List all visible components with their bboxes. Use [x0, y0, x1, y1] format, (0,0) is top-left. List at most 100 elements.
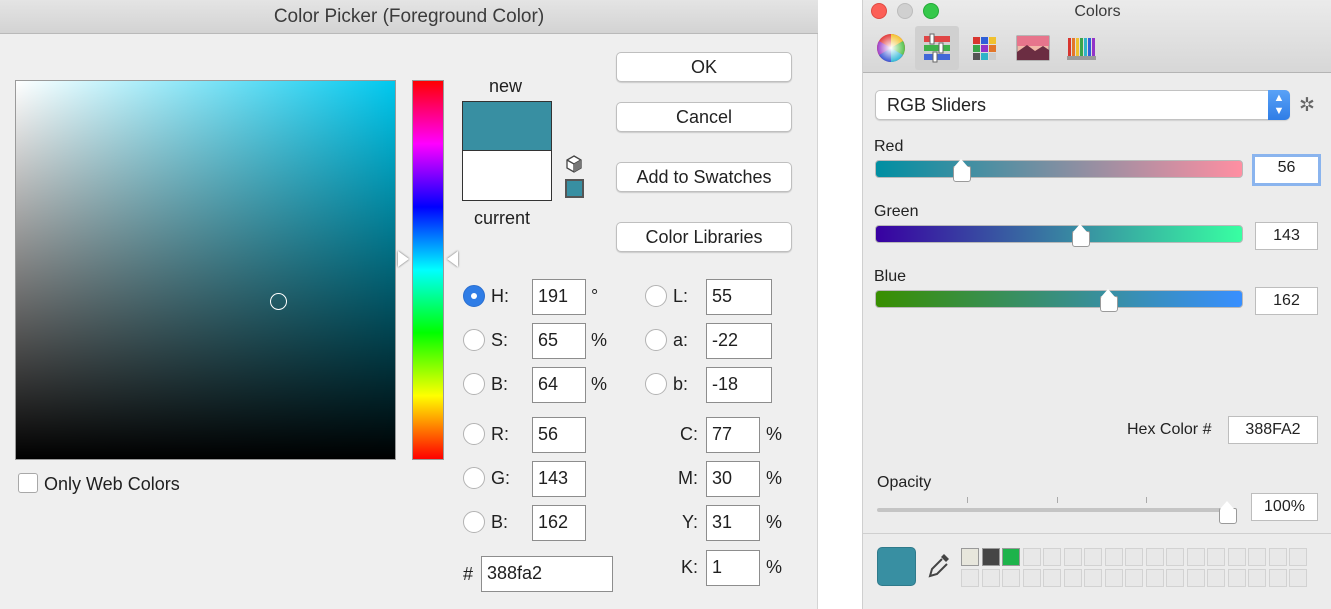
brightness-radio[interactable]	[463, 373, 485, 395]
swatch-cell[interactable]	[1104, 548, 1123, 566]
swatch-cell[interactable]	[1248, 569, 1266, 587]
swatch-cell[interactable]	[1125, 569, 1143, 587]
hue-slider[interactable]	[412, 80, 444, 460]
hue-input[interactable]: 191	[532, 279, 586, 315]
swatch-cell[interactable]	[1166, 569, 1184, 587]
green-input[interactable]: 143	[532, 461, 586, 497]
red-slider-track[interactable]	[875, 159, 1243, 182]
swatch-cell[interactable]	[1104, 569, 1123, 587]
swatch-cell[interactable]	[1207, 548, 1225, 566]
swatch-cell[interactable]	[1002, 569, 1020, 587]
swatch-cell[interactable]	[1002, 548, 1020, 566]
swatch-cell[interactable]	[1022, 569, 1041, 587]
brightness-input[interactable]: 64	[532, 367, 586, 403]
current-color-swatch[interactable]	[463, 151, 551, 199]
blue-input[interactable]: 162	[532, 505, 586, 541]
swatch-cell[interactable]	[1248, 548, 1266, 566]
swatch-cell[interactable]	[1227, 569, 1246, 587]
hue-radio[interactable]	[463, 285, 485, 307]
swatch-cell[interactable]	[1289, 569, 1307, 587]
new-label: new	[489, 76, 523, 96]
gear-icon[interactable]: ✲	[1299, 94, 1315, 117]
red-value-input[interactable]: 56	[1252, 154, 1321, 186]
swatch-cell[interactable]	[1186, 548, 1205, 566]
red-input[interactable]: 56	[532, 417, 586, 453]
swatch-cell[interactable]	[961, 548, 979, 566]
opacity-value-input[interactable]: 100%	[1251, 493, 1318, 521]
web-safe-color-swatch[interactable]	[565, 179, 584, 198]
swatch-cell[interactable]	[1043, 548, 1061, 566]
blue-slider-track[interactable]	[875, 289, 1243, 312]
pencils-icon[interactable]	[1059, 26, 1103, 70]
lab-a-input[interactable]: -22	[706, 323, 772, 359]
opacity-tick	[1057, 497, 1058, 503]
color-sliders-tab[interactable]	[915, 26, 959, 70]
swatch-cell[interactable]	[1043, 569, 1061, 587]
color-field-cursor[interactable]	[270, 293, 287, 310]
swatch-cell[interactable]	[1125, 548, 1143, 566]
yellow-input[interactable]: 31	[706, 505, 760, 541]
hue-slider-right-arrow[interactable]	[447, 251, 458, 267]
current-color-well[interactable]	[877, 547, 916, 586]
lab-a-label: a:	[673, 330, 689, 350]
swatch-cell[interactable]	[981, 569, 1000, 587]
red-radio[interactable]	[463, 423, 485, 445]
swatch-cell[interactable]	[1145, 569, 1164, 587]
new-color-swatch	[463, 102, 551, 151]
hue-label: H:	[491, 286, 509, 306]
dialog-title: Color Picker (Foreground Color)	[0, 0, 818, 34]
image-palettes-icon[interactable]	[1011, 26, 1055, 70]
lightness-radio[interactable]	[645, 285, 667, 307]
color-palettes-icon[interactable]	[963, 26, 1007, 70]
saturation-input[interactable]: 65	[532, 323, 586, 359]
magenta-label: M:	[678, 468, 698, 488]
swatch-cell[interactable]	[961, 569, 979, 587]
lab-b-input[interactable]: -18	[706, 367, 772, 403]
cancel-button[interactable]: Cancel	[616, 102, 792, 132]
cyan-input[interactable]: 77	[706, 417, 760, 453]
blue-value-input[interactable]: 162	[1255, 287, 1318, 315]
swatch-cell[interactable]	[1022, 548, 1041, 566]
blue-radio[interactable]	[463, 511, 485, 533]
swatch-cell[interactable]	[1084, 569, 1102, 587]
magenta-input[interactable]: 30	[706, 461, 760, 497]
eyedropper-icon[interactable]	[927, 552, 951, 582]
swatch-cell[interactable]	[1268, 569, 1287, 587]
black-input[interactable]: 1	[706, 550, 760, 586]
saturation-radio[interactable]	[463, 329, 485, 351]
lab-b-radio[interactable]	[645, 373, 667, 395]
color-wheel-icon[interactable]	[869, 26, 913, 70]
swatch-cell[interactable]	[1063, 548, 1082, 566]
swatch-cell[interactable]	[1145, 548, 1164, 566]
green-radio[interactable]	[463, 467, 485, 489]
hue-slider-left-arrow[interactable]	[398, 251, 409, 267]
divider	[863, 533, 1331, 534]
green-label: G:	[491, 468, 511, 488]
swatch-cell[interactable]	[1186, 569, 1205, 587]
swatch-cell[interactable]	[1084, 548, 1102, 566]
photoshop-color-picker: Color Picker (Foreground Color) new curr…	[0, 0, 818, 609]
hex-color-input[interactable]: 388FA2	[1228, 416, 1318, 444]
add-to-swatches-button[interactable]: Add to Swatches	[616, 162, 792, 192]
saturation-brightness-field[interactable]	[15, 80, 396, 460]
swatch-cell[interactable]	[1063, 569, 1082, 587]
out-of-gamut-cube-icon[interactable]	[565, 155, 583, 173]
opacity-label: Opacity	[877, 474, 932, 491]
popup-chevron-icon: ▲ ▼	[1268, 90, 1290, 120]
swatch-cell[interactable]	[1166, 548, 1184, 566]
swatch-cell[interactable]	[1207, 569, 1225, 587]
color-model-popup[interactable]: RGB Sliders ▲ ▼	[875, 90, 1290, 120]
green-value-input[interactable]: 143	[1255, 222, 1318, 250]
swatch-cell[interactable]	[1289, 548, 1307, 566]
swatch-cell[interactable]	[1268, 548, 1287, 566]
lightness-input[interactable]: 55	[706, 279, 772, 315]
swatch-cell[interactable]	[981, 548, 1000, 566]
hex-input[interactable]: 388fa2	[481, 556, 613, 592]
only-web-colors-checkbox[interactable]	[18, 473, 38, 493]
swatch-cell[interactable]	[1227, 548, 1246, 566]
ok-button[interactable]: OK	[616, 52, 792, 82]
green-slider-track[interactable]	[875, 224, 1243, 247]
opacity-slider-track[interactable]	[877, 501, 1237, 524]
color-libraries-button[interactable]: Color Libraries	[616, 222, 792, 252]
lab-a-radio[interactable]	[645, 329, 667, 351]
